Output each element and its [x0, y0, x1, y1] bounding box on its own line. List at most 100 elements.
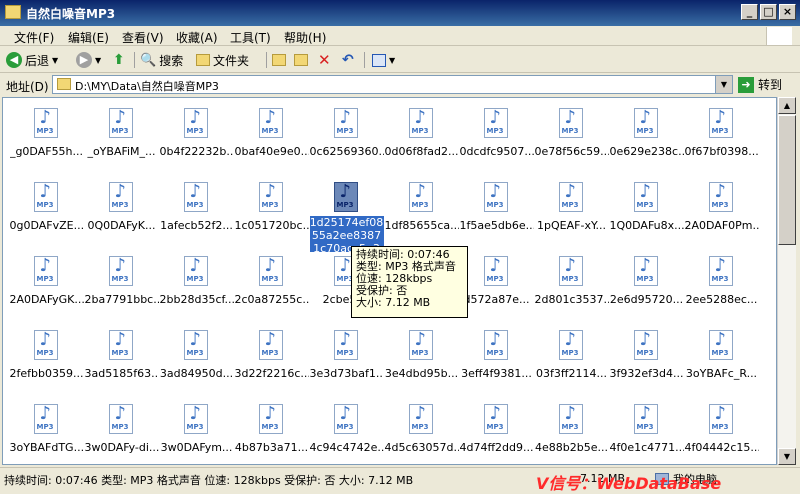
forward-button[interactable]: ▶ ▼ — [76, 51, 101, 69]
file-item[interactable]: ♪ MP3 3ad84950d... — [159, 326, 234, 400]
file-item[interactable]: ♪ MP3 0e78f56c59... — [534, 104, 609, 178]
file-item[interactable]: ♪ MP3 1d25174ef0855a2ee83871c70acc5e3 — [309, 178, 384, 252]
copy-to-button[interactable] — [294, 51, 308, 69]
scroll-down-button[interactable]: ▼ — [778, 448, 796, 465]
file-item[interactable]: ♪ MP3 2e6d95720... — [609, 252, 684, 326]
file-name: 4b87b3a71... — [234, 441, 309, 454]
file-item[interactable]: ♪ MP3 3ad5185f63... — [84, 326, 159, 400]
mp3-file-icon: ♪MP3 — [633, 330, 660, 363]
file-item[interactable]: ♪ MP3 03f3ff2114... — [534, 326, 609, 400]
file-item[interactable]: ♪ MP3 4f04442c15... — [684, 400, 759, 464]
mp3-file-icon: ♪MP3 — [333, 330, 360, 363]
scroll-up-button[interactable]: ▲ — [778, 97, 796, 114]
file-item[interactable]: ♪ MP3 0g0DAFvZE... — [9, 178, 84, 252]
file-item[interactable]: ♪ MP3 0b4f22232b... — [159, 104, 234, 178]
file-name: 0dcdfc9507... — [459, 145, 534, 158]
file-name: _g0DAF55h... — [9, 145, 84, 158]
tooltip-size: 大小: 7.12 MB — [356, 296, 431, 309]
menu-favorites[interactable]: 收藏(A) — [176, 29, 218, 46]
file-name: 3eff4f9381... — [461, 367, 532, 380]
mp3-file-icon: ♪MP3 — [558, 404, 585, 437]
maximize-button[interactable]: □ — [760, 4, 777, 20]
file-item[interactable]: ♪ MP3 2ba7791bbc... — [84, 252, 159, 326]
file-item[interactable]: ♪ MP3 1df85655ca... — [384, 178, 459, 252]
file-item[interactable]: ♪ MP3 _oYBAFiM_... — [84, 104, 159, 178]
file-item[interactable]: ♪ MP3 2d801c3537... — [534, 252, 609, 326]
menu-view[interactable]: 查看(V) — [122, 29, 164, 46]
file-item[interactable]: ♪ MP3 _g0DAF55h... — [9, 104, 84, 178]
address-input[interactable]: D:\MY\Data\自然白噪音MP3 ▼ — [52, 75, 733, 94]
delete-button[interactable]: ✕ — [318, 51, 331, 69]
file-item[interactable]: ♪ MP3 3eff4f9381... — [459, 326, 534, 400]
file-item[interactable]: ♪ MP3 3oYBAFc_R... — [684, 326, 759, 400]
back-button[interactable]: ◀ 后退 ▼ — [6, 51, 58, 69]
views-button[interactable]: ▼ — [372, 51, 395, 69]
file-item[interactable]: ♪ MP3 d572a87e... — [459, 252, 534, 326]
file-item[interactable]: ♪ MP3 2fefbb0359... — [9, 326, 84, 400]
mp3-file-icon: ♪MP3 — [108, 256, 135, 289]
scroll-thumb[interactable] — [778, 115, 796, 245]
file-item[interactable]: ♪ MP3 0Q0DAFyK... — [84, 178, 159, 252]
file-item[interactable]: ♪ MP3 0dcdfc9507... — [459, 104, 534, 178]
file-item[interactable]: ♪ MP3 0c62569360... — [309, 104, 384, 178]
file-item[interactable]: ♪ MP3 4b87b3a71... — [234, 400, 309, 464]
menu-edit[interactable]: 编辑(E) — [68, 29, 109, 46]
file-item[interactable]: ♪ MP3 0e629e238c... — [609, 104, 684, 178]
file-name: 3w0DAFym... — [160, 441, 233, 454]
up-folder-button[interactable]: ⬆ — [113, 51, 125, 69]
move-to-button[interactable] — [272, 51, 286, 69]
file-item[interactable]: ♪ MP3 3f932ef3d4... — [609, 326, 684, 400]
file-name: 1pQEAF-xY... — [537, 219, 606, 232]
mp3-file-icon: ♪MP3 — [33, 182, 60, 215]
file-item[interactable]: ♪ MP3 3e4dbd95b... — [384, 326, 459, 400]
file-item[interactable]: ♪ MP3 3d22f2216c... — [234, 326, 309, 400]
file-item[interactable]: ♪ MP3 3e3d73baf1... — [309, 326, 384, 400]
menu-help[interactable]: 帮助(H) — [284, 29, 326, 46]
toolbar: ◀ 后退 ▼ ▶ ▼ ⬆ 🔍 搜索 文件夹 ✕ ↶ ▼ — [0, 47, 800, 73]
address-dropdown-icon[interactable]: ▼ — [715, 76, 732, 93]
undo-button[interactable]: ↶ — [342, 51, 354, 69]
close-button[interactable]: × — [779, 4, 796, 20]
mp3-file-icon: ♪MP3 — [258, 256, 285, 289]
file-item[interactable]: ♪ MP3 4d5c63057d... — [384, 400, 459, 464]
folders-button[interactable]: 文件夹 — [196, 51, 249, 69]
file-name: 2c0a87255c... — [234, 293, 309, 306]
file-item[interactable]: ♪ MP3 2A0DAFyGK... — [9, 252, 84, 326]
file-name: 2A0DAF0Pm... — [684, 219, 759, 232]
file-item[interactable]: ♪ MP3 2A0DAF0Pm... — [684, 178, 759, 252]
file-item[interactable]: ♪ MP3 1pQEAF-xY... — [534, 178, 609, 252]
mp3-file-icon: ♪MP3 — [183, 182, 210, 215]
go-label: 转到 — [758, 78, 783, 92]
file-item[interactable]: ♪ MP3 1Q0DAFu8x... — [609, 178, 684, 252]
vertical-scrollbar[interactable]: ▲ ▼ — [777, 97, 796, 465]
back-dropdown-icon[interactable]: ▼ — [52, 56, 58, 65]
file-item[interactable]: ♪ MP3 4e88b2b5e... — [534, 400, 609, 464]
file-name: _oYBAFiM_... — [87, 145, 156, 158]
file-item[interactable]: ♪ MP3 4f0e1c4771... — [609, 400, 684, 464]
file-name: 2ee5288ec... — [685, 293, 758, 306]
file-item[interactable]: ♪ MP3 0d06f8fad2... — [384, 104, 459, 178]
search-button[interactable]: 🔍 搜索 — [140, 51, 183, 69]
views-dropdown-icon[interactable]: ▼ — [389, 56, 395, 65]
file-item[interactable]: ♪ MP3 2ee5288ec... — [684, 252, 759, 326]
mp3-file-icon: ♪MP3 — [258, 404, 285, 437]
menu-tools[interactable]: 工具(T) — [230, 29, 271, 46]
file-item[interactable]: ♪ MP3 4d74ff2dd9... — [459, 400, 534, 464]
move-to-icon — [272, 54, 286, 66]
forward-dropdown-icon[interactable]: ▼ — [95, 56, 101, 65]
file-item[interactable]: ♪ MP3 2c0a87255c... — [234, 252, 309, 326]
file-item[interactable]: ♪ MP3 4c94c4742e... — [309, 400, 384, 464]
file-item[interactable]: ♪ MP3 2bb28d35cf... — [159, 252, 234, 326]
file-item[interactable]: ♪ MP3 1afecb52f2... — [159, 178, 234, 252]
file-item[interactable]: ♪ MP3 3oYBAFdTG... — [9, 400, 84, 464]
go-arrow-icon: ➜ — [738, 76, 754, 93]
file-item[interactable]: ♪ MP3 1f5ae5db6e... — [459, 178, 534, 252]
file-item[interactable]: ♪ MP3 0baf40e9e0... — [234, 104, 309, 178]
menu-file[interactable]: 文件(F) — [14, 29, 54, 46]
file-item[interactable]: ♪ MP3 3w0DAFy-di... — [84, 400, 159, 464]
file-item[interactable]: ♪ MP3 3w0DAFym... — [159, 400, 234, 464]
file-item[interactable]: ♪ MP3 0f67bf0398... — [684, 104, 759, 178]
go-button[interactable]: ➜ 转到 — [738, 76, 782, 93]
minimize-button[interactable]: _ — [741, 4, 758, 20]
file-item[interactable]: ♪ MP3 1c051720bc... — [234, 178, 309, 252]
